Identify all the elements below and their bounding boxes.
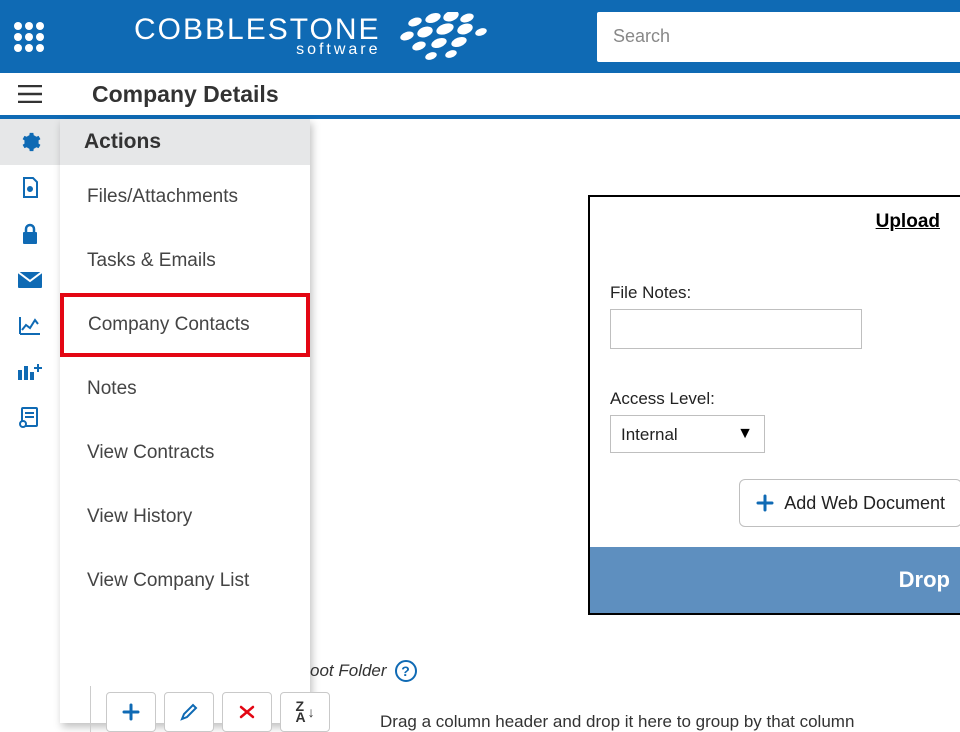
- actions-flyout: Actions Files/Attachments Tasks & Emails…: [60, 119, 310, 723]
- rail-doc-gear-icon[interactable]: [0, 165, 60, 211]
- content-pane: Upload File Notes: Access Level: Interna…: [310, 119, 960, 723]
- flyout-item-view-company-list[interactable]: View Company List: [60, 549, 310, 613]
- brand-line1: COBBLESTONE: [134, 16, 381, 43]
- access-level-label: Access Level:: [610, 389, 940, 409]
- edit-button[interactable]: [164, 692, 214, 732]
- rail-chart-plus-icon[interactable]: [0, 349, 60, 395]
- plus-icon: [756, 494, 774, 512]
- sort-button[interactable]: ZA↓: [280, 692, 330, 732]
- access-level-select[interactable]: Internal: [610, 415, 765, 453]
- drag-hint: Drag a column header and drop it here to…: [380, 712, 854, 732]
- rail-gear-icon[interactable]: [0, 119, 60, 165]
- delete-button[interactable]: [222, 692, 272, 732]
- flyout-item-tasks-emails[interactable]: Tasks & Emails: [60, 229, 310, 293]
- root-folder-label: oot Folder ?: [310, 660, 417, 682]
- rail-mail-icon[interactable]: [0, 257, 60, 303]
- rail-chart-line-icon[interactable]: [0, 303, 60, 349]
- flyout-item-view-history[interactable]: View History: [60, 485, 310, 549]
- flyout-item-notes[interactable]: Notes: [60, 357, 310, 421]
- help-icon[interactable]: ?: [395, 660, 417, 682]
- title-bar: Company Details: [0, 73, 960, 119]
- search-input[interactable]: [613, 26, 946, 47]
- toolbar-row: ZA↓: [106, 692, 330, 732]
- sort-za-icon: ZA: [295, 701, 305, 723]
- flyout-item-view-contracts[interactable]: View Contracts: [60, 421, 310, 485]
- add-web-document-button[interactable]: Add Web Document: [739, 479, 960, 527]
- rail-lock-icon[interactable]: [0, 211, 60, 257]
- divider: [90, 686, 91, 732]
- add-web-document-label: Add Web Document: [784, 493, 945, 514]
- search-box[interactable]: [597, 12, 960, 62]
- page-title: Company Details: [60, 81, 279, 108]
- flyout-header: Actions: [60, 119, 310, 165]
- drop-zone[interactable]: Drop: [590, 547, 960, 613]
- upload-title: Upload: [610, 211, 940, 233]
- file-notes-input[interactable]: [610, 309, 862, 349]
- drop-zone-label: Drop: [899, 567, 950, 593]
- app-launcher-icon[interactable]: [14, 22, 44, 52]
- upload-card: Upload File Notes: Access Level: Interna…: [588, 195, 960, 615]
- main-area: Actions Files/Attachments Tasks & Emails…: [0, 119, 960, 723]
- file-notes-label: File Notes:: [610, 283, 940, 303]
- add-button[interactable]: [106, 692, 156, 732]
- hamburger-icon[interactable]: [0, 85, 60, 103]
- top-bar: COBBLESTONE software: [0, 0, 960, 73]
- rail-form-gear-icon[interactable]: [0, 395, 60, 441]
- icon-rail: [0, 119, 60, 723]
- flyout-item-files-attachments[interactable]: Files/Attachments: [60, 165, 310, 229]
- brand-logo: COBBLESTONE software: [134, 12, 505, 62]
- flyout-item-company-contacts[interactable]: Company Contacts: [60, 293, 310, 357]
- brand-dots-icon: [395, 12, 505, 62]
